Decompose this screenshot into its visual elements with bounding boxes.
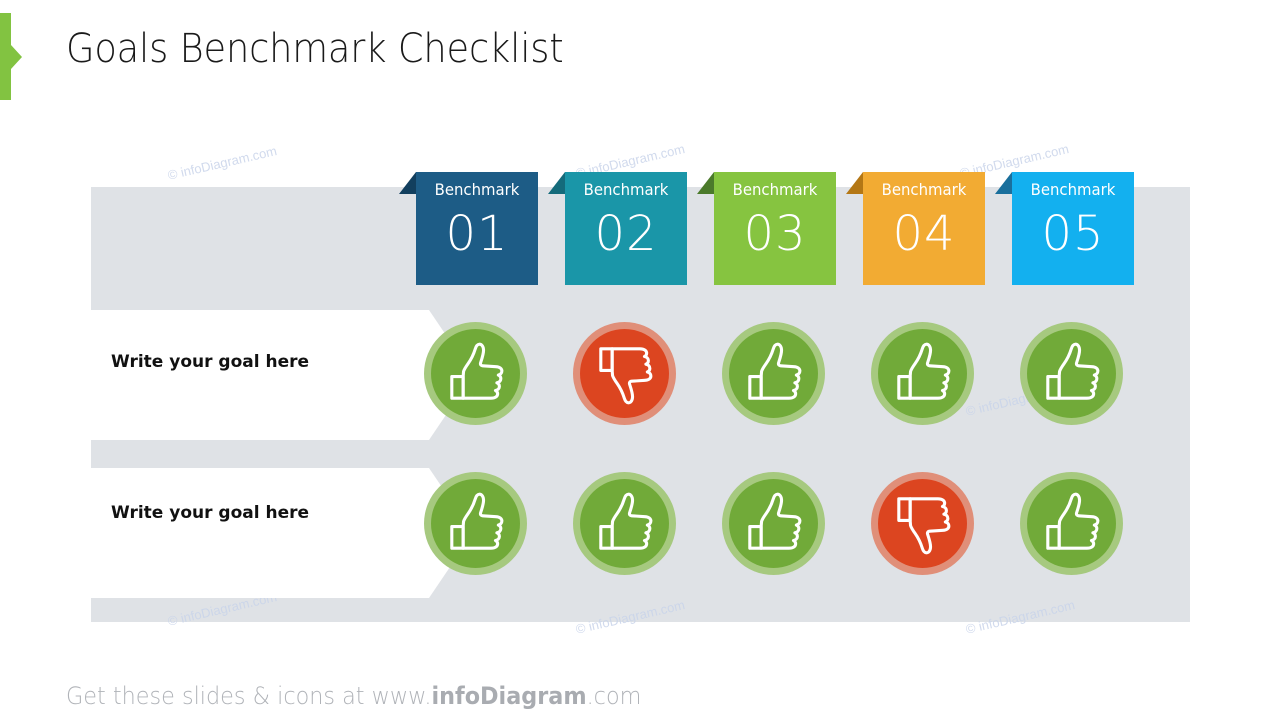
rating-cell-thumbs-up-icon[interactable] xyxy=(722,322,825,425)
thumbs-up-icon xyxy=(424,472,527,575)
benchmark-ribbon-fold-icon xyxy=(697,172,714,194)
title-accent-arrow-icon xyxy=(11,45,22,69)
benchmark-label: Benchmark xyxy=(434,180,520,199)
benchmark-number: 05 xyxy=(1041,206,1105,262)
thumbs-up-icon xyxy=(1020,472,1123,575)
rating-cell-thumbs-down-icon[interactable] xyxy=(573,322,676,425)
rating-cell-thumbs-up-icon[interactable] xyxy=(722,472,825,575)
thumbs-down-icon xyxy=(871,472,974,575)
benchmark-label: Benchmark xyxy=(732,180,818,199)
page-title: Goals Benchmark Checklist xyxy=(66,26,564,72)
benchmark-ribbon-fold-icon xyxy=(548,172,565,194)
benchmark-header-05[interactable]: Benchmark 05 xyxy=(995,172,1134,285)
goal-row-band xyxy=(91,468,473,598)
benchmark-label: Benchmark xyxy=(1030,180,1116,199)
benchmark-label: Benchmark xyxy=(583,180,669,199)
footer-credit: Get these slides & icons at www.infoDiag… xyxy=(66,682,641,710)
rating-cell-thumbs-up-icon[interactable] xyxy=(424,322,527,425)
thumbs-up-icon xyxy=(1020,322,1123,425)
benchmark-number: 03 xyxy=(743,206,807,262)
benchmark-header-04[interactable]: Benchmark 04 xyxy=(846,172,985,285)
thumbs-down-icon xyxy=(573,322,676,425)
benchmark-ribbon-fold-icon xyxy=(399,172,416,194)
benchmark-ribbon-fold-icon xyxy=(846,172,863,194)
footer-brand: infoDiagram xyxy=(431,682,587,710)
thumbs-up-icon xyxy=(722,472,825,575)
rating-cell-thumbs-up-icon[interactable] xyxy=(424,472,527,575)
benchmark-label: Benchmark xyxy=(881,180,967,199)
thumbs-up-icon xyxy=(722,322,825,425)
rating-cell-thumbs-up-icon[interactable] xyxy=(1020,472,1123,575)
footer-suffix: .com xyxy=(586,682,642,710)
benchmark-number: 01 xyxy=(445,206,509,262)
rating-cell-thumbs-up-icon[interactable] xyxy=(871,322,974,425)
benchmark-header-01[interactable]: Benchmark 01 xyxy=(399,172,538,285)
rating-cell-thumbs-up-icon[interactable] xyxy=(1020,322,1123,425)
thumbs-up-icon xyxy=(871,322,974,425)
benchmark-number: 02 xyxy=(594,206,658,262)
rating-cell-thumbs-up-icon[interactable] xyxy=(573,472,676,575)
benchmark-ribbon-fold-icon xyxy=(995,172,1012,194)
goal-label[interactable]: Write your goal here xyxy=(111,499,311,527)
rating-cell-thumbs-down-icon[interactable] xyxy=(871,472,974,575)
title-accent-bar xyxy=(0,13,11,100)
thumbs-up-icon xyxy=(573,472,676,575)
benchmark-header-03[interactable]: Benchmark 03 xyxy=(697,172,836,285)
footer-prefix: Get these slides & icons at www. xyxy=(66,682,432,710)
benchmark-number: 04 xyxy=(892,206,956,262)
goal-label[interactable]: Write your goal here xyxy=(111,348,311,376)
watermark-0: © infoDiagram.com xyxy=(166,143,279,183)
thumbs-up-icon xyxy=(424,322,527,425)
benchmark-header-02[interactable]: Benchmark 02 xyxy=(548,172,687,285)
